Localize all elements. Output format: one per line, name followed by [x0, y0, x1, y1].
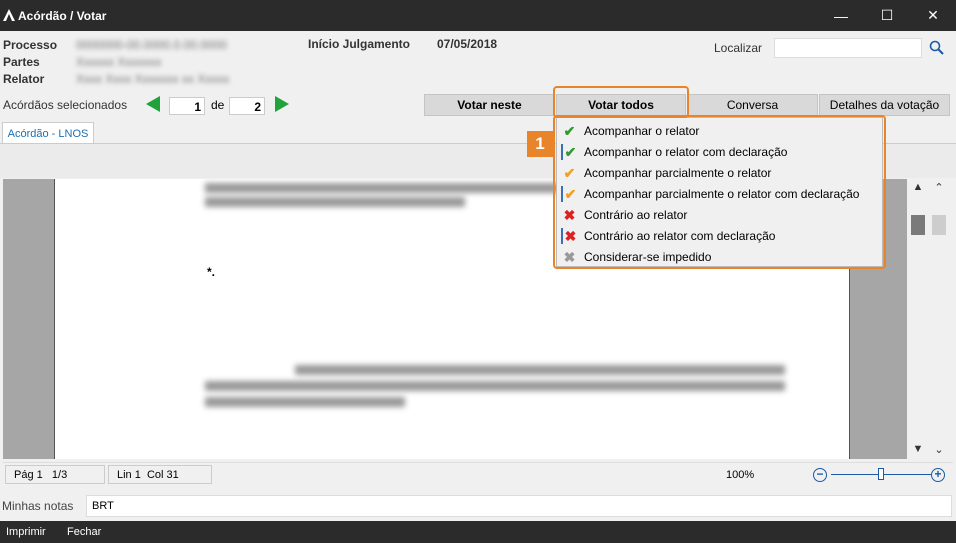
zoom-in-icon[interactable]: + — [931, 468, 945, 482]
redacted-line — [205, 381, 785, 391]
close-icon: ✕ — [927, 7, 939, 23]
redacted-line — [295, 365, 785, 375]
acordaos-label: Acórdãos selecionados — [3, 98, 128, 112]
notes-label: Minhas notas — [2, 499, 74, 513]
outer-scroll-down-icon[interactable]: ⌄ — [929, 443, 949, 459]
line-label: Lin 1 — [117, 468, 141, 481]
minimize-icon: — — [834, 7, 848, 24]
scroll-up-icon[interactable]: ▲ — [908, 181, 928, 197]
previous-arrow-icon[interactable] — [146, 96, 160, 112]
page-label: Pág 1 — [14, 468, 43, 481]
col-label: Col 31 — [146, 468, 179, 481]
highlight-votar-todos — [553, 86, 689, 118]
outer-scroll-up-icon[interactable]: ⌃ — [929, 181, 949, 197]
zoom-out-icon[interactable]: − — [813, 468, 827, 482]
page-indicator: Pág 1 1/3 — [5, 465, 105, 484]
processo-value: 0000000-00.0000.0.00.0000 — [76, 38, 227, 52]
detalhes-votacao-button[interactable]: Detalhes da votação — [819, 94, 950, 116]
de-label: de — [211, 98, 225, 112]
votar-neste-button[interactable]: Votar neste — [424, 94, 555, 116]
zoom-slider-thumb[interactable] — [878, 468, 884, 480]
window-title: Acórdão / Votar — [18, 9, 107, 23]
imprimir-button[interactable]: Imprimir — [6, 526, 46, 538]
relator-value: Xxxx Xxxx Xxxxxxx xx Xxxxx — [76, 72, 230, 86]
localizar-label: Localizar — [714, 41, 763, 55]
partes-value: Xxxxxx Xxxxxxx — [76, 55, 162, 69]
bottom-bar: Imprimir Fechar — [0, 521, 956, 543]
next-arrow-icon[interactable] — [275, 96, 289, 112]
localizar-input[interactable] — [774, 38, 922, 58]
minimize-button[interactable]: — — [818, 0, 864, 31]
redacted-line — [205, 397, 405, 407]
notes-input[interactable]: BRT — [86, 495, 952, 517]
scroll-down-icon[interactable]: ▼ — [908, 443, 928, 459]
total-pages-field: 2 — [229, 97, 265, 115]
current-page-field[interactable]: 1 — [169, 97, 205, 115]
redacted-line — [205, 197, 465, 207]
search-icon[interactable] — [929, 40, 945, 56]
page-of-label: 1/3 — [51, 468, 68, 481]
outer-scrollbar[interactable]: ⌃ ⌄ — [929, 179, 949, 459]
relator-label: Relator — [3, 72, 45, 86]
processo-label: Processo — [3, 38, 58, 52]
inicio-label: Início Julgamento — [308, 37, 411, 51]
zoom-percentage: 100% — [726, 469, 755, 481]
partes-label: Partes — [3, 55, 40, 69]
document-marker: *. — [207, 265, 216, 279]
outer-scroll-thumb[interactable] — [932, 215, 946, 235]
highlight-menu — [553, 115, 886, 269]
fechar-button[interactable]: Fechar — [67, 526, 101, 538]
app-logo-icon — [3, 9, 15, 21]
status-bar: Pág 1 1/3 Lin 1 Col 31 100% − + — [3, 462, 953, 487]
cursor-position: Lin 1 Col 31 — [108, 465, 212, 484]
vertical-scrollbar[interactable]: ▲ ▼ — [908, 179, 928, 459]
step-badge: 1 — [527, 131, 553, 157]
scroll-thumb[interactable] — [911, 215, 925, 235]
close-button[interactable]: ✕ — [910, 0, 956, 31]
maximize-button[interactable]: ☐ — [864, 0, 910, 31]
conversa-button[interactable]: Conversa — [687, 94, 818, 116]
tab-acordao-lnos[interactable]: Acórdão - LNOS — [2, 122, 94, 144]
inicio-value: 07/05/2018 — [437, 37, 498, 51]
title-bar: Acórdão / Votar — ☐ ✕ — [0, 0, 956, 31]
maximize-icon: ☐ — [880, 7, 894, 23]
